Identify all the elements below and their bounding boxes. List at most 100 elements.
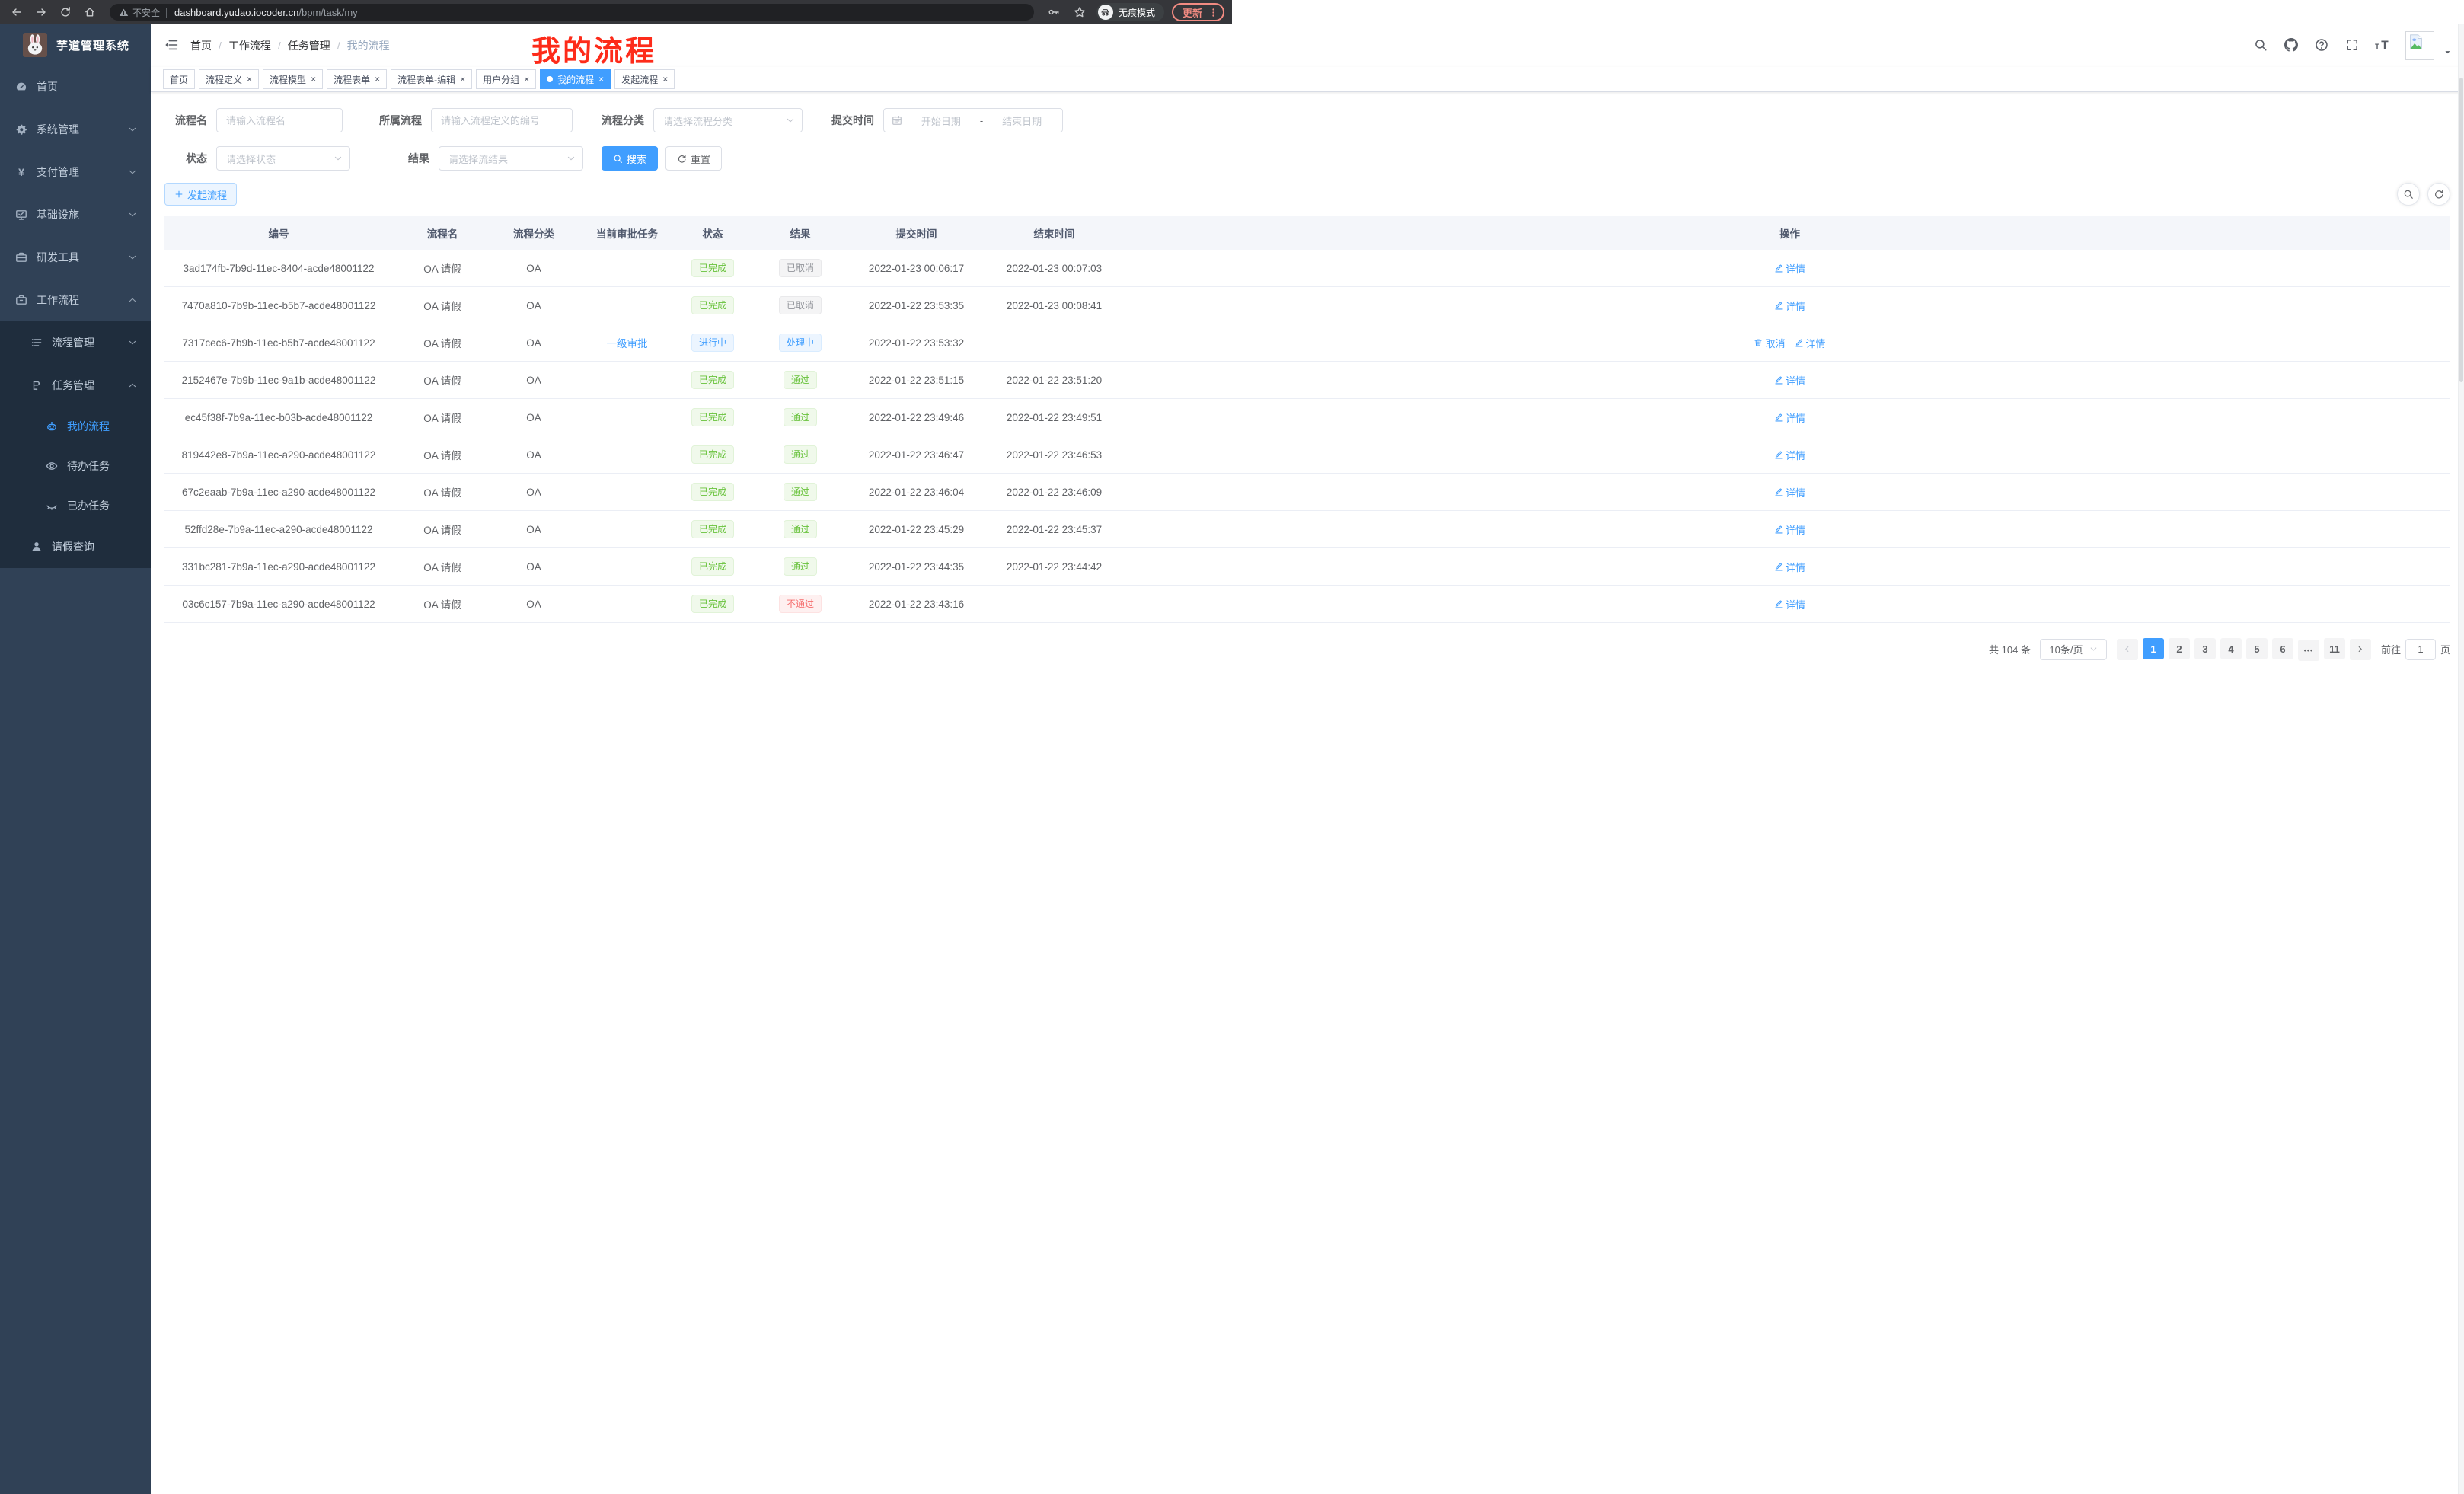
status-select[interactable]: 请选择状态: [216, 146, 350, 171]
cell-process-name: OA 请假: [393, 410, 492, 425]
sidebar-item-3[interactable]: 基础设施: [0, 193, 151, 236]
breadcrumb-item[interactable]: 任务管理: [288, 38, 330, 53]
sidebar-item-11[interactable]: 请假查询: [0, 525, 151, 568]
detail-action-link[interactable]: 详情: [1774, 485, 1805, 500]
reload-button[interactable]: [56, 3, 75, 21]
address-bar[interactable]: 不安全 dashboard.yudao.iocoder.cn/bpm/task/…: [110, 4, 1034, 21]
page-number-button[interactable]: 2: [2169, 638, 2190, 659]
tab-3[interactable]: 流程表单×: [327, 69, 387, 89]
tab-2[interactable]: 流程模型 ×: [263, 69, 323, 89]
help-button[interactable]: [2314, 38, 2329, 53]
page-number-button[interactable]: 3: [2194, 638, 2216, 659]
filter-row-2: 状态 请选择状态 结果 请选择流结果 搜索 重置: [164, 146, 2450, 171]
breadcrumb-item[interactable]: 首页: [190, 38, 212, 53]
refresh-table-button[interactable]: [2427, 183, 2450, 206]
process-def-input[interactable]: [431, 108, 573, 132]
detail-action-link[interactable]: 详情: [1774, 298, 1805, 313]
chrome-nav-buttons: [8, 3, 99, 21]
user-avatar[interactable]: [2405, 31, 2434, 60]
scrollbar-thumb[interactable]: [2459, 78, 2463, 382]
detail-action-link[interactable]: 详情: [1774, 560, 1805, 574]
tab-4[interactable]: 流程表单-编辑×: [391, 69, 472, 89]
sidebar-item-5[interactable]: 工作流程: [0, 279, 151, 321]
table-row: 331bc281-7b9a-11ec-a290-acde48001122OA 请…: [164, 548, 2450, 586]
cell-current-task: 一级审批: [576, 335, 678, 350]
cancel-action-link[interactable]: 取消: [1754, 336, 1785, 350]
toggle-search-button[interactable]: [2397, 183, 2420, 206]
sidebar-item-8[interactable]: 我的流程: [0, 407, 151, 446]
tab-5[interactable]: 用户分组×: [476, 69, 536, 89]
search-button[interactable]: [2253, 38, 2268, 53]
detail-action-link[interactable]: 详情: [1774, 597, 1805, 611]
detail-action-link[interactable]: 详情: [1774, 410, 1805, 425]
tab-0[interactable]: 首页: [163, 69, 195, 89]
tab-close-icon[interactable]: ×: [662, 75, 668, 84]
update-button[interactable]: 更新: [1172, 3, 1224, 21]
sidebar-item-2[interactable]: ¥支付管理: [0, 151, 151, 193]
sidebar-item-0[interactable]: 首页: [0, 65, 151, 108]
page-number-button[interactable]: 4: [2220, 638, 2242, 659]
next-page-button[interactable]: [2350, 639, 2371, 660]
tab-bar: 首页流程定义×流程模型×流程表单×流程表单-编辑×用户分组×我的流程×发起流程×: [151, 67, 2464, 92]
tab-1[interactable]: 流程定义×: [199, 69, 259, 89]
goto-page-input[interactable]: [2405, 639, 2436, 660]
tab-close-icon[interactable]: ×: [247, 75, 252, 84]
cell-status: 已完成: [678, 445, 747, 464]
category-select[interactable]: 请选择流程分类: [653, 108, 803, 132]
reset-button[interactable]: 重置: [665, 146, 722, 171]
detail-action-link[interactable]: 详情: [1795, 336, 1826, 350]
tab-close-icon[interactable]: ×: [598, 75, 604, 84]
edit-icon: [1774, 562, 1783, 571]
sidebar-toggle-button[interactable]: [163, 37, 180, 54]
breadcrumb-item[interactable]: 工作流程: [228, 38, 271, 53]
forward-button[interactable]: [32, 3, 50, 21]
tab-close-icon[interactable]: ×: [460, 75, 465, 84]
result-select[interactable]: 请选择流结果: [439, 146, 583, 171]
prev-page-button[interactable]: [2117, 639, 2138, 660]
page-number-button[interactable]: 6: [2272, 638, 2293, 659]
tab-close-icon[interactable]: ×: [311, 75, 316, 84]
page-number-button[interactable]: 1: [2143, 638, 2164, 659]
detail-action-link[interactable]: 详情: [1774, 261, 1805, 276]
tab-6[interactable]: 我的流程×: [540, 69, 611, 89]
fullscreen-button[interactable]: [2344, 38, 2360, 53]
sidebar-item-10[interactable]: 已办任务: [0, 486, 151, 525]
sidebar-logo-row[interactable]: 芋道管理系统: [0, 24, 151, 65]
page-size-select[interactable]: 10条/页: [2040, 639, 2107, 660]
page-number-button[interactable]: 11: [2324, 638, 2345, 659]
submit-time-label: 提交时间: [821, 113, 874, 128]
font-size-button[interactable]: TT: [2375, 38, 2390, 53]
detail-action-link[interactable]: 详情: [1774, 522, 1805, 537]
current-task-link[interactable]: 一级审批: [607, 335, 648, 350]
password-key-button[interactable]: [1045, 3, 1063, 21]
sidebar-item-4[interactable]: 研发工具: [0, 236, 151, 279]
create-process-button[interactable]: 发起流程: [164, 183, 237, 206]
sidebar-item-9[interactable]: 待办任务: [0, 446, 151, 486]
cell-category: OA: [492, 449, 576, 461]
process-name-input[interactable]: [216, 108, 343, 132]
process-table: 编号流程名流程分类当前审批任务状态结果提交时间结束时间操作 3ad174fb-7…: [164, 216, 2450, 623]
sidebar-item-7[interactable]: 任务管理: [0, 364, 151, 407]
submit-time-range-picker[interactable]: 开始日期 - 结束日期: [883, 108, 1063, 132]
tab-close-icon[interactable]: ×: [524, 75, 529, 84]
sidebar-item-6[interactable]: 流程管理: [0, 321, 151, 364]
tab-close-icon[interactable]: ×: [375, 75, 380, 84]
search-button[interactable]: 搜索: [602, 146, 658, 171]
page-number-button[interactable]: 5: [2246, 638, 2268, 659]
process-name-label: 流程名: [164, 113, 207, 128]
detail-action-link[interactable]: 详情: [1774, 373, 1805, 388]
home-button[interactable]: [81, 3, 99, 21]
bookmark-star-button[interactable]: [1071, 3, 1089, 21]
chevron-down-icon: [567, 154, 576, 163]
github-button[interactable]: [2284, 38, 2299, 53]
page-scrollbar[interactable]: [2458, 24, 2464, 1494]
more-pages-button[interactable]: •••: [2298, 640, 2319, 661]
page-size-value: 10条/页: [2049, 642, 2083, 656]
security-label: 不安全: [132, 6, 160, 19]
tab-7[interactable]: 发起流程×: [614, 69, 675, 89]
browser-menu-kebab-icon[interactable]: [1208, 8, 1218, 18]
sidebar-item-1[interactable]: 系统管理: [0, 108, 151, 151]
back-button[interactable]: [8, 3, 26, 21]
tab-label: 流程模型: [270, 73, 306, 86]
detail-action-link[interactable]: 详情: [1774, 448, 1805, 462]
